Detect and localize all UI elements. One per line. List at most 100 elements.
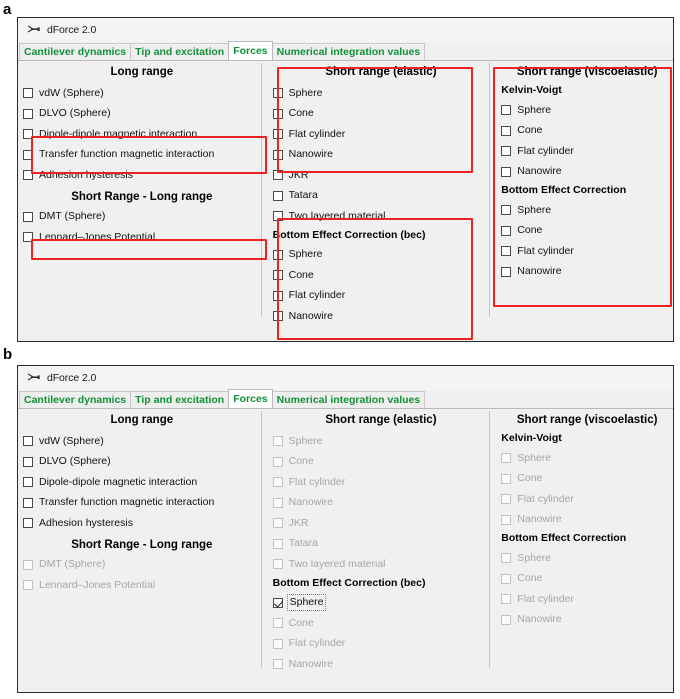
checkbox-row[interactable]: Adhesion hysteresis xyxy=(23,165,261,186)
checkbox-label: Two layered material xyxy=(288,209,386,222)
checkbox-icon xyxy=(272,456,283,467)
checkbox-row[interactable]: Transfer function magnetic interaction xyxy=(23,145,261,166)
checkbox-label: Nanowire xyxy=(288,657,333,670)
checkbox-icon[interactable] xyxy=(501,246,512,257)
panel-label-a: a xyxy=(3,1,12,18)
checkbox-icon[interactable] xyxy=(23,497,33,508)
tab-numerical-integration-values[interactable]: Numerical integration values xyxy=(271,43,426,60)
checkbox-icon[interactable] xyxy=(23,518,33,529)
checkbox-icon[interactable] xyxy=(501,225,512,236)
checkbox-icon[interactable] xyxy=(501,205,512,216)
kelvin-voigt-title: Kelvin-Voigt xyxy=(501,84,562,96)
checkbox-row[interactable]: Nanowire xyxy=(272,306,490,327)
checkbox-icon[interactable] xyxy=(23,456,33,467)
checkbox-row[interactable]: Flat cylinder xyxy=(272,124,490,145)
checkbox-icon[interactable] xyxy=(501,266,512,277)
checkbox-row[interactable]: Sphere xyxy=(272,245,490,266)
checkbox-icon[interactable] xyxy=(501,105,512,116)
checkbox-row: Nanowire xyxy=(501,610,673,631)
checkbox-icon xyxy=(501,473,512,484)
checkbox-row[interactable]: Tatara xyxy=(272,186,490,207)
checkbox-checked-icon[interactable] xyxy=(272,597,283,608)
checkbox-icon[interactable] xyxy=(23,149,33,160)
checkbox-row[interactable]: vdW (Sphere) xyxy=(23,431,261,452)
checkbox-row[interactable]: Transfer function magnetic interaction xyxy=(23,493,261,514)
elastic-column-a: Short range (elastic) Sphere Cone Flat cyl… xyxy=(262,61,490,341)
checkbox-icon[interactable] xyxy=(272,249,283,260)
long-range-list-a: vdW (Sphere) DLVO (Sphere) Dipole-dipole m… xyxy=(23,83,261,186)
tab-tip-and-excitation[interactable]: Tip and excitation xyxy=(130,43,230,60)
tab-cantilever-dynamics[interactable]: Cantilever dynamics xyxy=(19,391,132,408)
checkbox-row[interactable]: Dipole-dipole magnetic interaction xyxy=(23,124,261,145)
checkbox-row[interactable]: vdW (Sphere) xyxy=(23,83,261,104)
checkbox-row[interactable]: Adhesion hysteresis xyxy=(23,513,261,534)
checkbox-icon[interactable] xyxy=(272,88,283,99)
checkbox-icon[interactable] xyxy=(272,211,283,222)
tab-forces[interactable]: Forces xyxy=(228,389,273,408)
checkbox-row[interactable]: Sphere xyxy=(501,200,673,221)
checkbox-row[interactable]: Sphere xyxy=(501,100,673,121)
checkbox-icon[interactable] xyxy=(501,125,512,136)
checkbox-row[interactable]: JKR xyxy=(272,165,490,186)
elastic-column-b: Short range (elastic) Sphere Cone Flat cyl… xyxy=(262,409,490,692)
checkbox-icon[interactable] xyxy=(272,149,283,160)
checkbox-row: Cone xyxy=(272,452,490,473)
window-title: dForce 2.0 xyxy=(47,24,97,36)
checkbox-row[interactable]: Nanowire xyxy=(501,162,673,183)
checkbox-row[interactable]: DLVO (Sphere) xyxy=(23,452,261,473)
checkbox-icon[interactable] xyxy=(272,108,283,119)
checkbox-label: JKR xyxy=(288,516,309,529)
tab-tip-and-excitation[interactable]: Tip and excitation xyxy=(130,391,230,408)
checkbox-row: Flat cylinder xyxy=(501,589,673,610)
checkbox-label: DMT (Sphere) xyxy=(39,558,106,571)
checkbox-row[interactable]: DMT (Sphere) xyxy=(23,207,261,228)
checkbox-row[interactable]: Flat cylinder xyxy=(501,241,673,262)
checkbox-row[interactable]: Flat cylinder xyxy=(501,141,673,162)
checkbox-icon[interactable] xyxy=(23,88,33,99)
checkbox-icon[interactable] xyxy=(272,170,283,181)
checkbox-icon[interactable] xyxy=(23,436,33,447)
checkbox-icon[interactable] xyxy=(23,129,33,140)
checkbox-row[interactable]: Nanowire xyxy=(272,145,490,166)
tab-numerical-integration-values[interactable]: Numerical integration values xyxy=(271,391,426,408)
forces-pane-a: Long range vdW (Sphere) DLVO (Sphere) Dipo… xyxy=(18,61,673,341)
checkbox-row: Nanowire xyxy=(272,654,490,675)
checkbox-icon[interactable] xyxy=(272,311,283,322)
checkbox-row[interactable]: Cone xyxy=(501,121,673,142)
checkbox-label: Adhesion hysteresis xyxy=(39,168,133,181)
window-title: dForce 2.0 xyxy=(47,372,97,384)
checkbox-icon[interactable] xyxy=(501,146,512,157)
checkbox-icon[interactable] xyxy=(272,129,283,140)
checkbox-icon[interactable] xyxy=(23,232,33,243)
checkbox-row[interactable]: Sphere xyxy=(272,593,490,614)
checkbox-row[interactable]: Cone xyxy=(272,265,490,286)
checkbox-row[interactable]: Nanowire xyxy=(501,262,673,283)
checkbox-icon xyxy=(501,614,512,625)
checkbox-label: Flat cylinder xyxy=(288,637,346,650)
checkbox-icon[interactable] xyxy=(23,211,33,222)
checkbox-row[interactable]: Sphere xyxy=(272,83,490,104)
tab-cantilever-dynamics[interactable]: Cantilever dynamics xyxy=(19,43,132,60)
checkbox-row[interactable]: Flat cylinder xyxy=(272,286,490,307)
checkbox-row[interactable]: Dipole-dipole magnetic interaction xyxy=(23,472,261,493)
checkbox-row[interactable]: Two layered material xyxy=(272,206,490,227)
checkbox-icon[interactable] xyxy=(272,190,283,201)
kelvin-voigt-list-b: Sphere Cone Flat cylinder Nanowire xyxy=(501,448,673,530)
checkbox-icon[interactable] xyxy=(23,477,33,488)
tab-forces[interactable]: Forces xyxy=(228,41,273,60)
checkbox-label: Flat cylinder xyxy=(288,289,346,302)
checkbox-label: Tatara xyxy=(288,189,318,202)
checkbox-row[interactable]: DLVO (Sphere) xyxy=(23,104,261,125)
checkbox-label: Adhesion hysteresis xyxy=(39,516,133,529)
checkbox-icon[interactable] xyxy=(23,108,33,119)
checkbox-icon[interactable] xyxy=(272,290,283,301)
checkbox-icon[interactable] xyxy=(501,166,512,177)
checkbox-label: Nanowire xyxy=(517,165,562,178)
checkbox-row[interactable]: Lennard–Jones Potential xyxy=(23,227,261,248)
checkbox-row[interactable]: Cone xyxy=(272,104,490,125)
checkbox-icon[interactable] xyxy=(272,270,283,281)
checkbox-label: Dipole-dipole magnetic interaction xyxy=(39,127,198,140)
checkbox-icon[interactable] xyxy=(23,170,33,181)
checkbox-row: Nanowire xyxy=(501,510,673,531)
checkbox-row[interactable]: Cone xyxy=(501,221,673,242)
